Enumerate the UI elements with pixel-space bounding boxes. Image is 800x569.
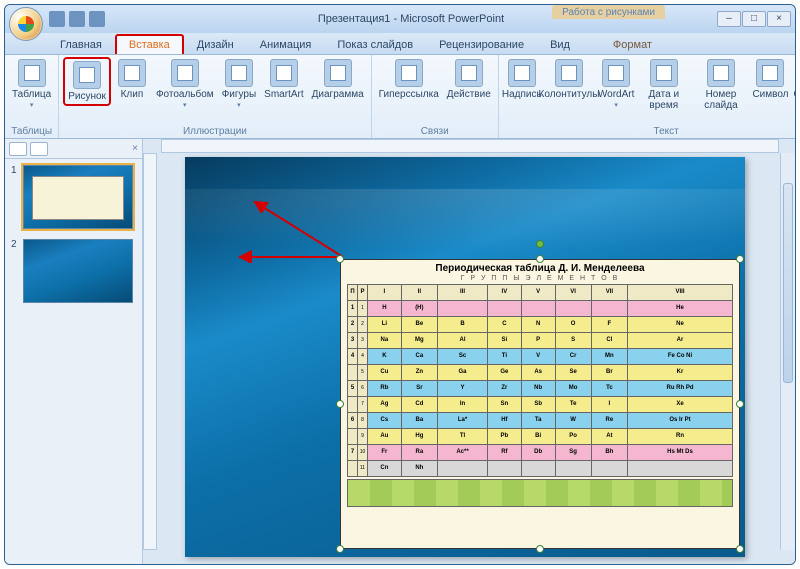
resize-handle-br[interactable]: [736, 545, 744, 553]
btn-datetime[interactable]: Дата и время: [637, 57, 690, 113]
save-icon[interactable]: [49, 11, 65, 27]
btn-shapes[interactable]: Фигуры▾: [219, 57, 259, 113]
vertical-scrollbar[interactable]: [780, 153, 795, 550]
maximize-button[interactable]: □: [742, 11, 766, 27]
headerfooter-icon: [555, 59, 583, 87]
photoalbum-icon: [171, 59, 199, 87]
shapes-icon: [225, 59, 253, 87]
tab-view[interactable]: Вид: [537, 35, 583, 54]
group-tables: Таблица▾ Таблицы: [5, 55, 59, 138]
panel-tabs: ×: [5, 139, 142, 159]
redo-icon[interactable]: [89, 11, 105, 27]
btn-symbol[interactable]: Символ: [751, 57, 789, 102]
thumbnails: 1 2: [5, 159, 142, 309]
wordart-icon: [602, 59, 630, 87]
window-controls: – □ ×: [717, 11, 791, 27]
btn-chart[interactable]: Диаграмма: [309, 57, 367, 102]
datetime-icon: [650, 59, 678, 87]
group-illustrations: Рисунок Клип Фотоальбом▾ Фигуры▾ SmartAr…: [59, 55, 371, 138]
horizontal-ruler: [161, 139, 779, 153]
resize-handle-tm[interactable]: [536, 255, 544, 263]
resize-handle-lm[interactable]: [336, 400, 344, 408]
group-links: Гиперссылка Действие Связи: [372, 55, 499, 138]
btn-table[interactable]: Таблица▾: [9, 57, 54, 113]
periodic-table: ПРIIIIIIIVVVIVIIVIII 11H(H)He22LiBeBCNOF…: [347, 284, 733, 477]
btn-textbox[interactable]: Надпись: [503, 57, 541, 102]
btn-smartart[interactable]: SmartArt: [261, 57, 306, 102]
action-icon: [455, 59, 483, 87]
resize-handle-bl[interactable]: [336, 545, 344, 553]
title-bar: Презентация1 - Microsoft PowerPoint Рабо…: [5, 5, 795, 33]
picture-subtitle: Г Р У П П Ы Э Л Е М Е Н Т О В: [341, 275, 739, 284]
tab-home[interactable]: Главная: [47, 35, 115, 54]
symbol-icon: [756, 59, 784, 87]
btn-clipart[interactable]: Клип: [113, 57, 151, 102]
slide[interactable]: Периодическая таблица Д. И. Менделеева Г…: [185, 157, 745, 557]
undo-icon[interactable]: [69, 11, 85, 27]
btn-action[interactable]: Действие: [444, 57, 494, 102]
resize-handle-rm[interactable]: [736, 400, 744, 408]
group-label-illustrations: Иллюстрации: [183, 125, 247, 137]
picture-icon: [73, 61, 101, 89]
vertical-ruler: [143, 153, 157, 550]
tab-format[interactable]: Формат: [600, 35, 665, 54]
tab-animations[interactable]: Анимация: [247, 35, 325, 54]
quick-access-toolbar: [49, 11, 105, 27]
thumb-slide-1[interactable]: 1: [11, 165, 136, 229]
tab-review[interactable]: Рецензирование: [426, 35, 537, 54]
btn-wordart[interactable]: WordArt▾: [597, 57, 635, 113]
btn-slidenumber[interactable]: Номер слайда: [692, 57, 749, 113]
tab-outline-icon[interactable]: [30, 142, 48, 156]
btn-photoalbum[interactable]: Фотоальбом▾: [153, 57, 217, 113]
group-label-tables: Таблицы: [11, 125, 52, 137]
panel-close-icon[interactable]: ×: [132, 143, 138, 154]
thumb-slide-2[interactable]: 2: [11, 239, 136, 303]
hyperlink-icon: [395, 59, 423, 87]
contextual-title: Работа с рисунками: [552, 5, 665, 19]
slide-canvas-area: Периодическая таблица Д. И. Менделеева Г…: [143, 139, 795, 564]
chart-icon: [324, 59, 352, 87]
btn-headerfooter[interactable]: Колонтитулы: [543, 57, 595, 102]
tab-design[interactable]: Дизайн: [184, 35, 247, 54]
btn-object[interactable]: Объект: [791, 57, 796, 102]
btn-picture[interactable]: Рисунок: [63, 57, 111, 106]
lanthanides-row: [347, 479, 733, 507]
group-label-text: Текст: [654, 125, 679, 137]
smartart-icon: [270, 59, 298, 87]
resize-handle-tr[interactable]: [736, 255, 744, 263]
group-text: Надпись Колонтитулы WordArt▾ Дата и врем…: [499, 55, 796, 138]
btn-hyperlink[interactable]: Гиперссылка: [376, 57, 442, 102]
office-button[interactable]: [9, 7, 43, 41]
inserted-picture[interactable]: Периодическая таблица Д. И. Менделеева Г…: [340, 259, 740, 549]
textbox-icon: [508, 59, 536, 87]
scrollbar-thumb[interactable]: [783, 183, 793, 383]
rotate-handle[interactable]: [536, 240, 544, 248]
ribbon: Таблица▾ Таблицы Рисунок Клип Фотоальбом…: [5, 55, 795, 139]
ribbon-tabs: Главная Вставка Дизайн Анимация Показ сл…: [5, 33, 795, 55]
table-icon: [18, 59, 46, 87]
tab-slides-icon[interactable]: [9, 142, 27, 156]
tab-slideshow[interactable]: Показ слайдов: [324, 35, 426, 54]
minimize-button[interactable]: –: [717, 11, 741, 27]
app-window: Презентация1 - Microsoft PowerPoint Рабо…: [4, 4, 796, 565]
workspace: × 1 2: [5, 139, 795, 564]
slidenumber-icon: [707, 59, 735, 87]
slide-panel: × 1 2: [5, 139, 143, 564]
clipart-icon: [118, 59, 146, 87]
group-label-links: Связи: [421, 125, 449, 137]
tab-insert[interactable]: Вставка: [115, 34, 184, 54]
resize-handle-tl[interactable]: [336, 255, 344, 263]
resize-handle-bm[interactable]: [536, 545, 544, 553]
close-button[interactable]: ×: [767, 11, 791, 27]
